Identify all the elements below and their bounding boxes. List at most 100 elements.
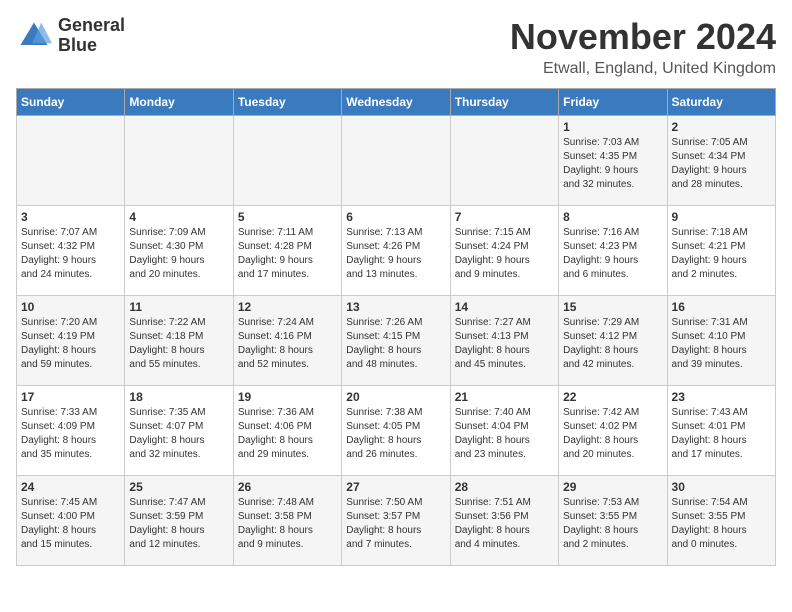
- header-wednesday: Wednesday: [342, 89, 450, 116]
- day-info: Sunrise: 7:24 AM Sunset: 4:16 PM Dayligh…: [238, 316, 337, 372]
- calendar-cell: [125, 116, 233, 206]
- calendar-cell: 3 Sunrise: 7:07 AM Sunset: 4:32 PM Daylig…: [17, 206, 125, 296]
- day-number: 16: [672, 300, 771, 314]
- calendar-cell: 25Sunrise: 7:47 AM Sunset: 3:59 PM Dayli…: [125, 476, 233, 566]
- calendar-cell: [342, 116, 450, 206]
- day-info: Sunrise: 7:03 AM Sunset: 4:35 PM Dayligh…: [563, 136, 662, 192]
- day-number: 21: [455, 390, 554, 404]
- day-info: Sunrise: 7:38 AM Sunset: 4:05 PM Dayligh…: [346, 406, 445, 462]
- day-info: Sunrise: 7:35 AM Sunset: 4:07 PM Dayligh…: [129, 406, 228, 462]
- day-number: 17: [21, 390, 120, 404]
- calendar-cell: 27 Sunrise: 7:50 AM Sunset: 3:57 PM Dayli…: [342, 476, 450, 566]
- day-number: 20: [346, 390, 445, 404]
- day-info: Sunrise: 7:45 AM Sunset: 4:00 PM Dayligh…: [21, 496, 120, 552]
- day-number: 1: [563, 120, 662, 134]
- day-info: Sunrise: 7:11 AM Sunset: 4:28 PM Dayligh…: [238, 226, 337, 282]
- day-number: 24: [21, 480, 120, 494]
- day-info: Sunrise: 7:13 AM Sunset: 4:26 PM Dayligh…: [346, 226, 445, 282]
- day-number: 13: [346, 300, 445, 314]
- header-friday: Friday: [559, 89, 667, 116]
- day-number: 26: [238, 480, 337, 494]
- day-number: 11: [129, 300, 228, 314]
- calendar-cell: 4 Sunrise: 7:09 AM Sunset: 4:30 PM Daylig…: [125, 206, 233, 296]
- logo-text: General Blue: [58, 16, 125, 56]
- logo-line1: General: [58, 16, 125, 36]
- day-info: Sunrise: 7:27 AM Sunset: 4:13 PM Dayligh…: [455, 316, 554, 372]
- day-info: Sunrise: 7:29 AM Sunset: 4:12 PM Dayligh…: [563, 316, 662, 372]
- calendar-cell: [17, 116, 125, 206]
- day-info: Sunrise: 7:42 AM Sunset: 4:02 PM Dayligh…: [563, 406, 662, 462]
- calendar-cell: 17Sunrise: 7:33 AM Sunset: 4:09 PM Dayli…: [17, 386, 125, 476]
- week-row-3: 17Sunrise: 7:33 AM Sunset: 4:09 PM Dayli…: [17, 386, 776, 476]
- header-thursday: Thursday: [450, 89, 558, 116]
- calendar-cell: 1 Sunrise: 7:03 AM Sunset: 4:35 PM Daylig…: [559, 116, 667, 206]
- logo-line2: Blue: [58, 36, 125, 56]
- day-info: Sunrise: 7:16 AM Sunset: 4:23 PM Dayligh…: [563, 226, 662, 282]
- calendar-cell: [450, 116, 558, 206]
- calendar-cell: 18 Sunrise: 7:35 AM Sunset: 4:07 PM Dayli…: [125, 386, 233, 476]
- calendar-cell: 12 Sunrise: 7:24 AM Sunset: 4:16 PM Dayli…: [233, 296, 341, 386]
- header-saturday: Saturday: [667, 89, 775, 116]
- day-number: 5: [238, 210, 337, 224]
- day-info: Sunrise: 7:51 AM Sunset: 3:56 PM Dayligh…: [455, 496, 554, 552]
- day-number: 6: [346, 210, 445, 224]
- calendar-cell: 30Sunrise: 7:54 AM Sunset: 3:55 PM Dayli…: [667, 476, 775, 566]
- day-info: Sunrise: 7:26 AM Sunset: 4:15 PM Dayligh…: [346, 316, 445, 372]
- calendar-cell: 16 Sunrise: 7:31 AM Sunset: 4:10 PM Dayli…: [667, 296, 775, 386]
- calendar-table: SundayMondayTuesdayWednesdayThursdayFrid…: [16, 88, 776, 566]
- day-info: Sunrise: 7:53 AM Sunset: 3:55 PM Dayligh…: [563, 496, 662, 552]
- calendar-cell: 11 Sunrise: 7:22 AM Sunset: 4:18 PM Dayli…: [125, 296, 233, 386]
- header-sunday: Sunday: [17, 89, 125, 116]
- day-number: 4: [129, 210, 228, 224]
- day-number: 22: [563, 390, 662, 404]
- day-number: 3: [21, 210, 120, 224]
- week-row-4: 24 Sunrise: 7:45 AM Sunset: 4:00 PM Dayli…: [17, 476, 776, 566]
- header-row: SundayMondayTuesdayWednesdayThursdayFrid…: [17, 89, 776, 116]
- calendar-cell: 28 Sunrise: 7:51 AM Sunset: 3:56 PM Dayli…: [450, 476, 558, 566]
- calendar-cell: 20 Sunrise: 7:38 AM Sunset: 4:05 PM Dayli…: [342, 386, 450, 476]
- day-info: Sunrise: 7:31 AM Sunset: 4:10 PM Dayligh…: [672, 316, 771, 372]
- day-number: 18: [129, 390, 228, 404]
- day-number: 19: [238, 390, 337, 404]
- calendar-cell: 22 Sunrise: 7:42 AM Sunset: 4:02 PM Dayli…: [559, 386, 667, 476]
- day-info: Sunrise: 7:36 AM Sunset: 4:06 PM Dayligh…: [238, 406, 337, 462]
- day-number: 2: [672, 120, 771, 134]
- day-number: 15: [563, 300, 662, 314]
- day-number: 9: [672, 210, 771, 224]
- day-number: 23: [672, 390, 771, 404]
- calendar-cell: 21Sunrise: 7:40 AM Sunset: 4:04 PM Dayli…: [450, 386, 558, 476]
- title-block: November 2024 Etwall, England, United Ki…: [510, 16, 776, 78]
- calendar-cell: 5 Sunrise: 7:11 AM Sunset: 4:28 PM Daylig…: [233, 206, 341, 296]
- day-info: Sunrise: 7:07 AM Sunset: 4:32 PM Dayligh…: [21, 226, 120, 282]
- calendar-cell: 14 Sunrise: 7:27 AM Sunset: 4:13 PM Dayli…: [450, 296, 558, 386]
- week-row-1: 3 Sunrise: 7:07 AM Sunset: 4:32 PM Daylig…: [17, 206, 776, 296]
- calendar-cell: 9Sunrise: 7:18 AM Sunset: 4:21 PM Daylig…: [667, 206, 775, 296]
- calendar-cell: 24 Sunrise: 7:45 AM Sunset: 4:00 PM Dayli…: [17, 476, 125, 566]
- day-info: Sunrise: 7:05 AM Sunset: 4:34 PM Dayligh…: [672, 136, 771, 192]
- day-info: Sunrise: 7:48 AM Sunset: 3:58 PM Dayligh…: [238, 496, 337, 552]
- header-tuesday: Tuesday: [233, 89, 341, 116]
- page-header: General Blue November 2024 Etwall, Engla…: [16, 16, 776, 78]
- day-number: 14: [455, 300, 554, 314]
- logo: General Blue: [16, 16, 125, 56]
- calendar-cell: 6 Sunrise: 7:13 AM Sunset: 4:26 PM Daylig…: [342, 206, 450, 296]
- day-number: 27: [346, 480, 445, 494]
- calendar-cell: 26 Sunrise: 7:48 AM Sunset: 3:58 PM Dayli…: [233, 476, 341, 566]
- day-info: Sunrise: 7:22 AM Sunset: 4:18 PM Dayligh…: [129, 316, 228, 372]
- calendar-cell: 7Sunrise: 7:15 AM Sunset: 4:24 PM Daylig…: [450, 206, 558, 296]
- day-number: 25: [129, 480, 228, 494]
- logo-icon: [16, 18, 52, 54]
- calendar-cell: 2 Sunrise: 7:05 AM Sunset: 4:34 PM Daylig…: [667, 116, 775, 206]
- day-number: 12: [238, 300, 337, 314]
- day-number: 30: [672, 480, 771, 494]
- calendar-cell: 29 Sunrise: 7:53 AM Sunset: 3:55 PM Dayli…: [559, 476, 667, 566]
- day-info: Sunrise: 7:43 AM Sunset: 4:01 PM Dayligh…: [672, 406, 771, 462]
- day-number: 29: [563, 480, 662, 494]
- day-info: Sunrise: 7:09 AM Sunset: 4:30 PM Dayligh…: [129, 226, 228, 282]
- day-number: 28: [455, 480, 554, 494]
- day-info: Sunrise: 7:50 AM Sunset: 3:57 PM Dayligh…: [346, 496, 445, 552]
- calendar-cell: 13 Sunrise: 7:26 AM Sunset: 4:15 PM Dayli…: [342, 296, 450, 386]
- day-info: Sunrise: 7:20 AM Sunset: 4:19 PM Dayligh…: [21, 316, 120, 372]
- day-info: Sunrise: 7:15 AM Sunset: 4:24 PM Dayligh…: [455, 226, 554, 282]
- location: Etwall, England, United Kingdom: [510, 60, 776, 78]
